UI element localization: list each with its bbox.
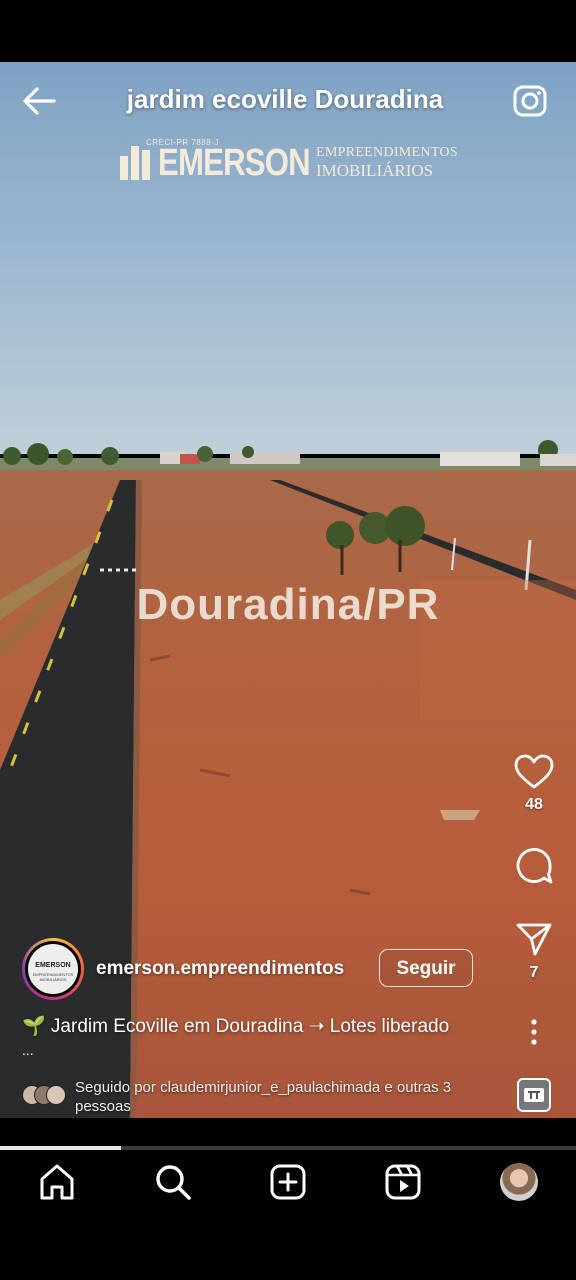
- music-icon: [524, 1088, 544, 1102]
- comment-button[interactable]: [512, 846, 556, 886]
- video-overlay-text: Douradina/PR: [136, 580, 440, 629]
- caption-more[interactable]: ...: [22, 1042, 34, 1058]
- author-username[interactable]: emerson.empreendimentos: [96, 958, 344, 980]
- search-icon[interactable]: [153, 1162, 193, 1202]
- send-icon: [516, 923, 552, 956]
- watermark-brand: EMERSON: [158, 142, 311, 184]
- like-button[interactable]: 48: [512, 754, 556, 814]
- video-treeline: [0, 440, 576, 470]
- heart-icon: [514, 754, 554, 789]
- post-caption[interactable]: 🌱 Jardim Ecoville em Douradina ➝ Lotes l…: [22, 1014, 502, 1038]
- camera-icon[interactable]: [512, 84, 550, 118]
- follow-button[interactable]: Seguir: [379, 949, 473, 987]
- like-count: 48: [525, 796, 543, 813]
- video-sky: [0, 62, 576, 454]
- author-avatar[interactable]: EMERSON EMPREENDIMENTOS IMOBILIÁRIOS: [22, 938, 84, 1000]
- avatar-logo-text: EMERSON: [35, 962, 71, 969]
- watermark-line2: IMOBILIÁRIOS: [316, 161, 434, 180]
- create-icon[interactable]: [268, 1162, 308, 1202]
- audio-thumbnail[interactable]: [517, 1078, 551, 1112]
- more-vertical-icon[interactable]: [522, 1018, 546, 1048]
- profile-avatar[interactable]: [500, 1163, 538, 1201]
- home-icon[interactable]: [37, 1162, 77, 1202]
- comment-icon: [516, 848, 553, 884]
- avatar-logo-subtext: EMPREENDIMENTOS IMOBILIÁRIOS: [32, 972, 74, 982]
- video-progress-fill: [0, 1146, 121, 1150]
- followers-avatars: [22, 1085, 68, 1105]
- watermark-line1: EMPREENDIMENTOS: [316, 145, 458, 160]
- reels-icon[interactable]: [383, 1162, 423, 1202]
- share-count: 7: [529, 964, 539, 981]
- arrow-left-icon[interactable]: [20, 84, 58, 118]
- status-bar: [0, 0, 576, 62]
- followed-by-text[interactable]: Seguido por claudemirjunior_e_paulachima…: [75, 1078, 505, 1116]
- reel-title: jardim ecoville Douradina: [126, 84, 444, 114]
- brand-watermark: CRECI-PR 7888-J EMERSON EMPREENDIMENTOS …: [118, 136, 463, 186]
- share-button[interactable]: 7: [512, 920, 556, 982]
